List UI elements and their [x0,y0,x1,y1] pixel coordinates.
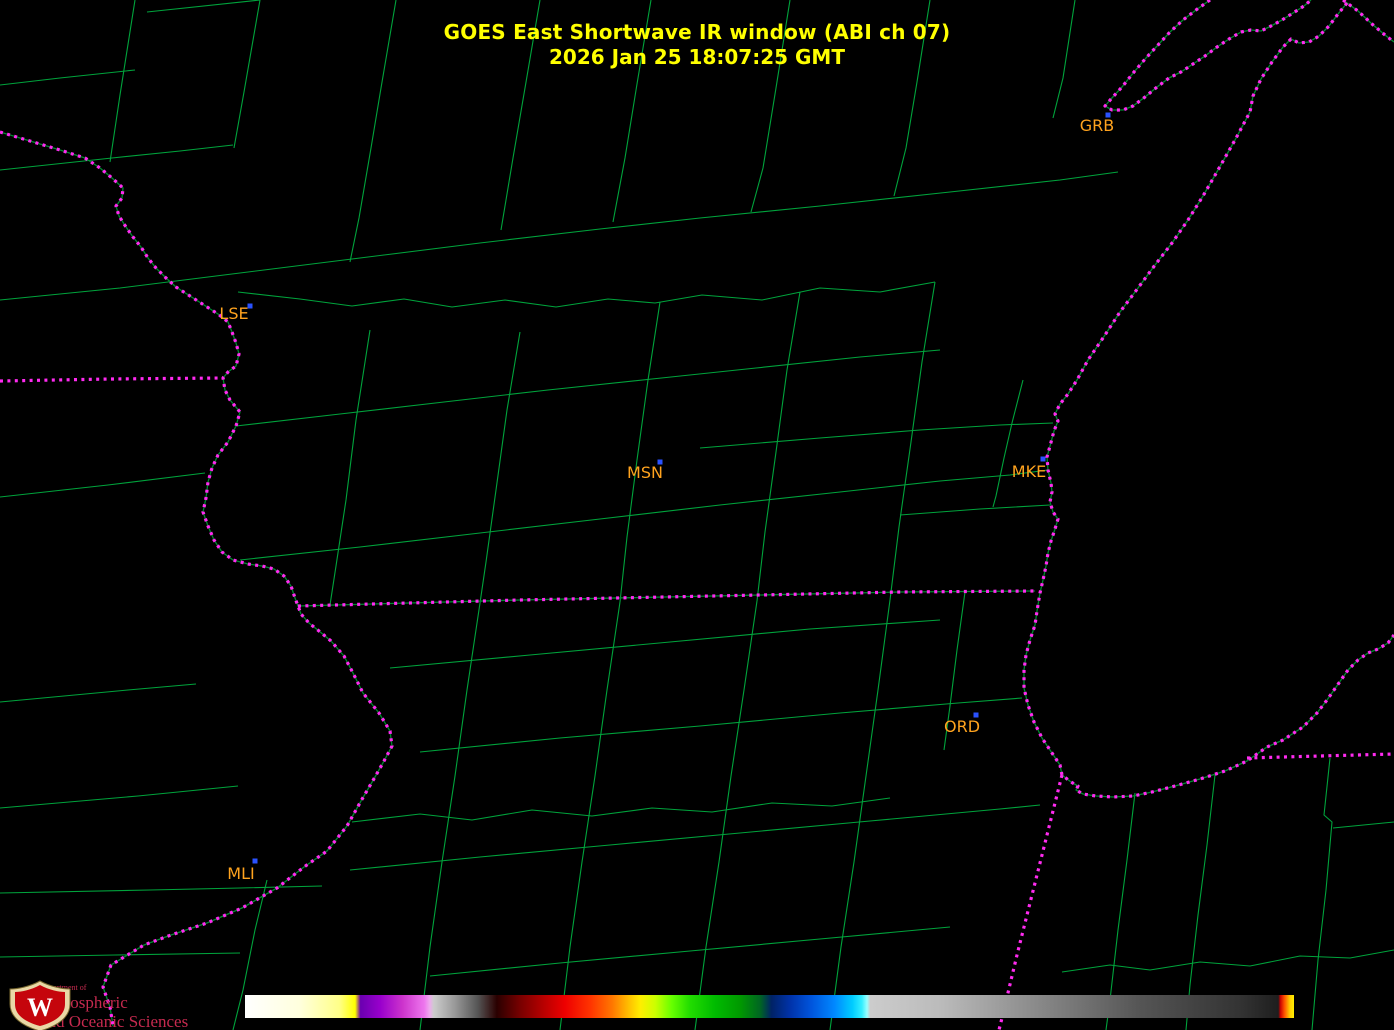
map-canvas: GRB LSE MSN MKE ORD MLI [0,0,1394,1030]
city-label-mli: MLI [227,864,254,883]
title-line-2: 2026 Jan 25 18:07:25 GMT [0,45,1394,69]
uw-crest-icon: W [6,980,76,1030]
map-background [0,0,1394,1030]
satellite-viewer: GRB LSE MSN MKE ORD MLI GOES East Shortwave I… [0,0,1394,1030]
temperature-colorbar [245,995,1294,1018]
colorbar-layer [245,995,1294,1018]
city-label-grb: GRB [1080,116,1115,135]
city-label-mke: MKE [1012,462,1046,481]
city-label-lse: LSE [219,304,248,323]
city-label-msn: MSN [627,463,663,482]
uw-aos-logo: W Department of Atmospheric and Oceanic … [6,978,188,1030]
image-title: GOES East Shortwave IR window (ABI ch 07… [0,20,1394,69]
title-line-1: GOES East Shortwave IR window (ABI ch 07… [0,20,1394,44]
city-marker-mli [253,859,258,864]
city-marker-mke [1041,457,1046,462]
city-label-ord: ORD [944,717,980,736]
svg-text:W: W [27,993,53,1022]
